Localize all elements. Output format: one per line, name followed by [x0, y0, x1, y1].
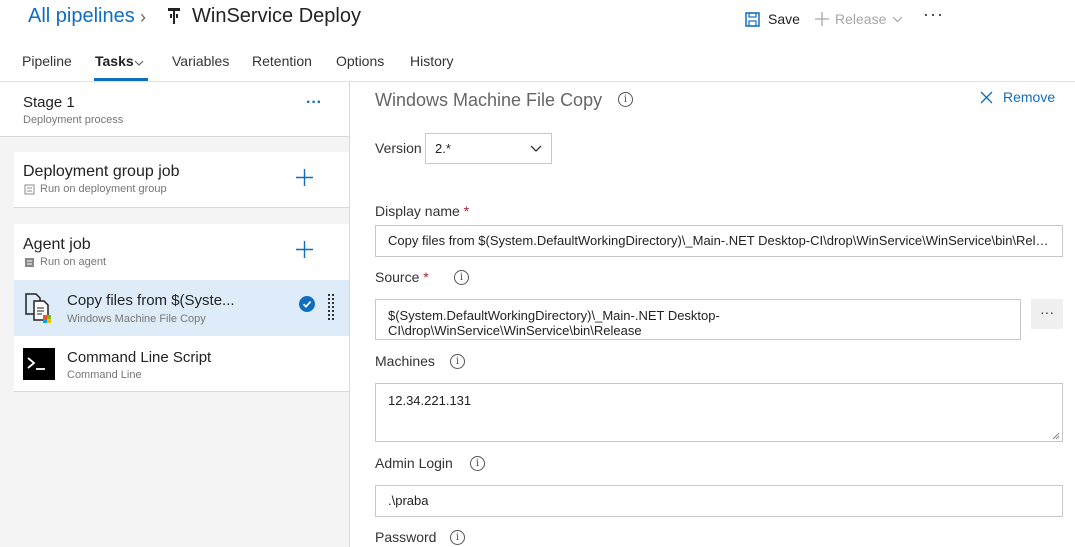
tab-tasks[interactable]: Tasks	[95, 53, 134, 69]
machines-label: Machines	[375, 353, 435, 369]
version-select[interactable]: 2.*	[425, 133, 552, 164]
stage-header[interactable]: Stage 1 Deployment process ···	[0, 82, 349, 137]
drag-handle-icon[interactable]	[328, 294, 334, 320]
server-icon	[24, 184, 35, 195]
display-name-input[interactable]: Copy files from $(System.DefaultWorkingD…	[375, 225, 1063, 257]
task-item-command-line[interactable]: Command Line Script Command Line	[14, 336, 349, 392]
tab-options[interactable]: Options	[336, 53, 384, 69]
tab-bar: Pipeline Tasks Variables Retention Optio…	[0, 44, 1075, 82]
task-subtitle: Command Line	[67, 369, 142, 381]
stage-more-button[interactable]: ···	[306, 94, 322, 112]
stage-subtitle: Deployment process	[23, 114, 124, 126]
job-title: Deployment group job	[23, 163, 180, 180]
task-title: Command Line Script	[67, 349, 212, 366]
task-title: Copy files from $(Syste...	[67, 292, 235, 309]
source-label: Source *	[375, 269, 429, 285]
info-icon[interactable]: i	[450, 530, 465, 545]
enabled-check-icon	[299, 296, 315, 312]
add-task-button[interactable]	[296, 169, 313, 186]
chevron-down-icon	[134, 60, 144, 66]
agent-icon	[25, 258, 34, 267]
plus-icon	[815, 12, 829, 26]
version-value: 2.*	[435, 141, 451, 156]
tab-variables[interactable]: Variables	[172, 53, 229, 69]
file-copy-icon	[25, 293, 51, 323]
release-label: Release	[835, 11, 887, 27]
source-input[interactable]: $(System.DefaultWorkingDirectory)\_Main-…	[375, 299, 1021, 340]
release-button[interactable]: Release	[815, 9, 903, 29]
job-title: Agent job	[23, 236, 91, 253]
source-line: CI\drop\WinService\WinService\bin\Releas…	[388, 323, 642, 338]
job-subtitle: Run on agent	[40, 256, 107, 268]
admin-login-input[interactable]: .\praba	[375, 485, 1063, 517]
chevron-down-icon	[530, 145, 542, 152]
task-detail-pane: Windows Machine File Copy i Remove Versi…	[350, 82, 1075, 547]
page-title: WinService Deploy	[192, 5, 361, 27]
password-label: Password	[375, 529, 437, 545]
task-subtitle: Windows Machine File Copy	[67, 313, 206, 325]
close-icon	[980, 91, 993, 103]
tab-pipeline[interactable]: Pipeline	[22, 53, 72, 69]
more-actions-button[interactable]: ···	[923, 4, 944, 25]
add-task-button[interactable]	[296, 241, 313, 258]
task-item-copy-files[interactable]: Copy files from $(Syste... Windows Machi…	[14, 280, 349, 336]
stage-title: Stage 1	[23, 94, 75, 111]
resize-handle-icon[interactable]	[1052, 432, 1060, 440]
job-subtitle: Run on deployment group	[40, 183, 167, 195]
info-icon[interactable]: i	[470, 456, 485, 471]
breadcrumb-all-pipelines[interactable]: All pipelines	[28, 5, 135, 28]
save-icon	[745, 11, 760, 27]
agent-job[interactable]: Agent job Run on agent	[14, 224, 349, 280]
info-icon[interactable]: i	[450, 354, 465, 369]
pipeline-icon	[168, 8, 180, 24]
required-mark: *	[463, 203, 470, 219]
active-tab-indicator	[94, 78, 148, 81]
terminal-icon	[23, 348, 55, 380]
tab-history[interactable]: History	[410, 53, 454, 69]
save-label: Save	[768, 11, 800, 27]
process-pane: Stage 1 Deployment process ··· Deploymen…	[0, 82, 350, 547]
machines-value: 12.34.221.131	[388, 393, 472, 408]
machines-input[interactable]: 12.34.221.131	[375, 383, 1063, 442]
source-line: $(System.DefaultWorkingDirectory)\_Main-…	[388, 308, 720, 323]
tab-retention[interactable]: Retention	[252, 53, 312, 69]
remove-button[interactable]: Remove	[980, 89, 1055, 105]
deployment-group-job[interactable]: Deployment group job Run on deployment g…	[14, 152, 349, 208]
breadcrumb-separator: ›	[140, 7, 146, 27]
page-header: All pipelines › WinService Deploy Save R…	[0, 0, 1075, 40]
info-icon[interactable]: i	[454, 270, 469, 285]
admin-login-label: Admin Login	[375, 455, 453, 471]
display-name-label: Display name *	[375, 203, 470, 219]
save-button[interactable]: Save	[745, 9, 800, 29]
info-icon[interactable]: i	[618, 92, 633, 107]
source-browse-button[interactable]: ···	[1031, 299, 1063, 329]
remove-label: Remove	[1003, 89, 1056, 105]
version-label: Version	[375, 140, 422, 156]
required-mark: *	[423, 269, 429, 285]
chevron-down-icon	[892, 16, 903, 22]
task-detail-title: Windows Machine File Copy	[375, 90, 603, 110]
